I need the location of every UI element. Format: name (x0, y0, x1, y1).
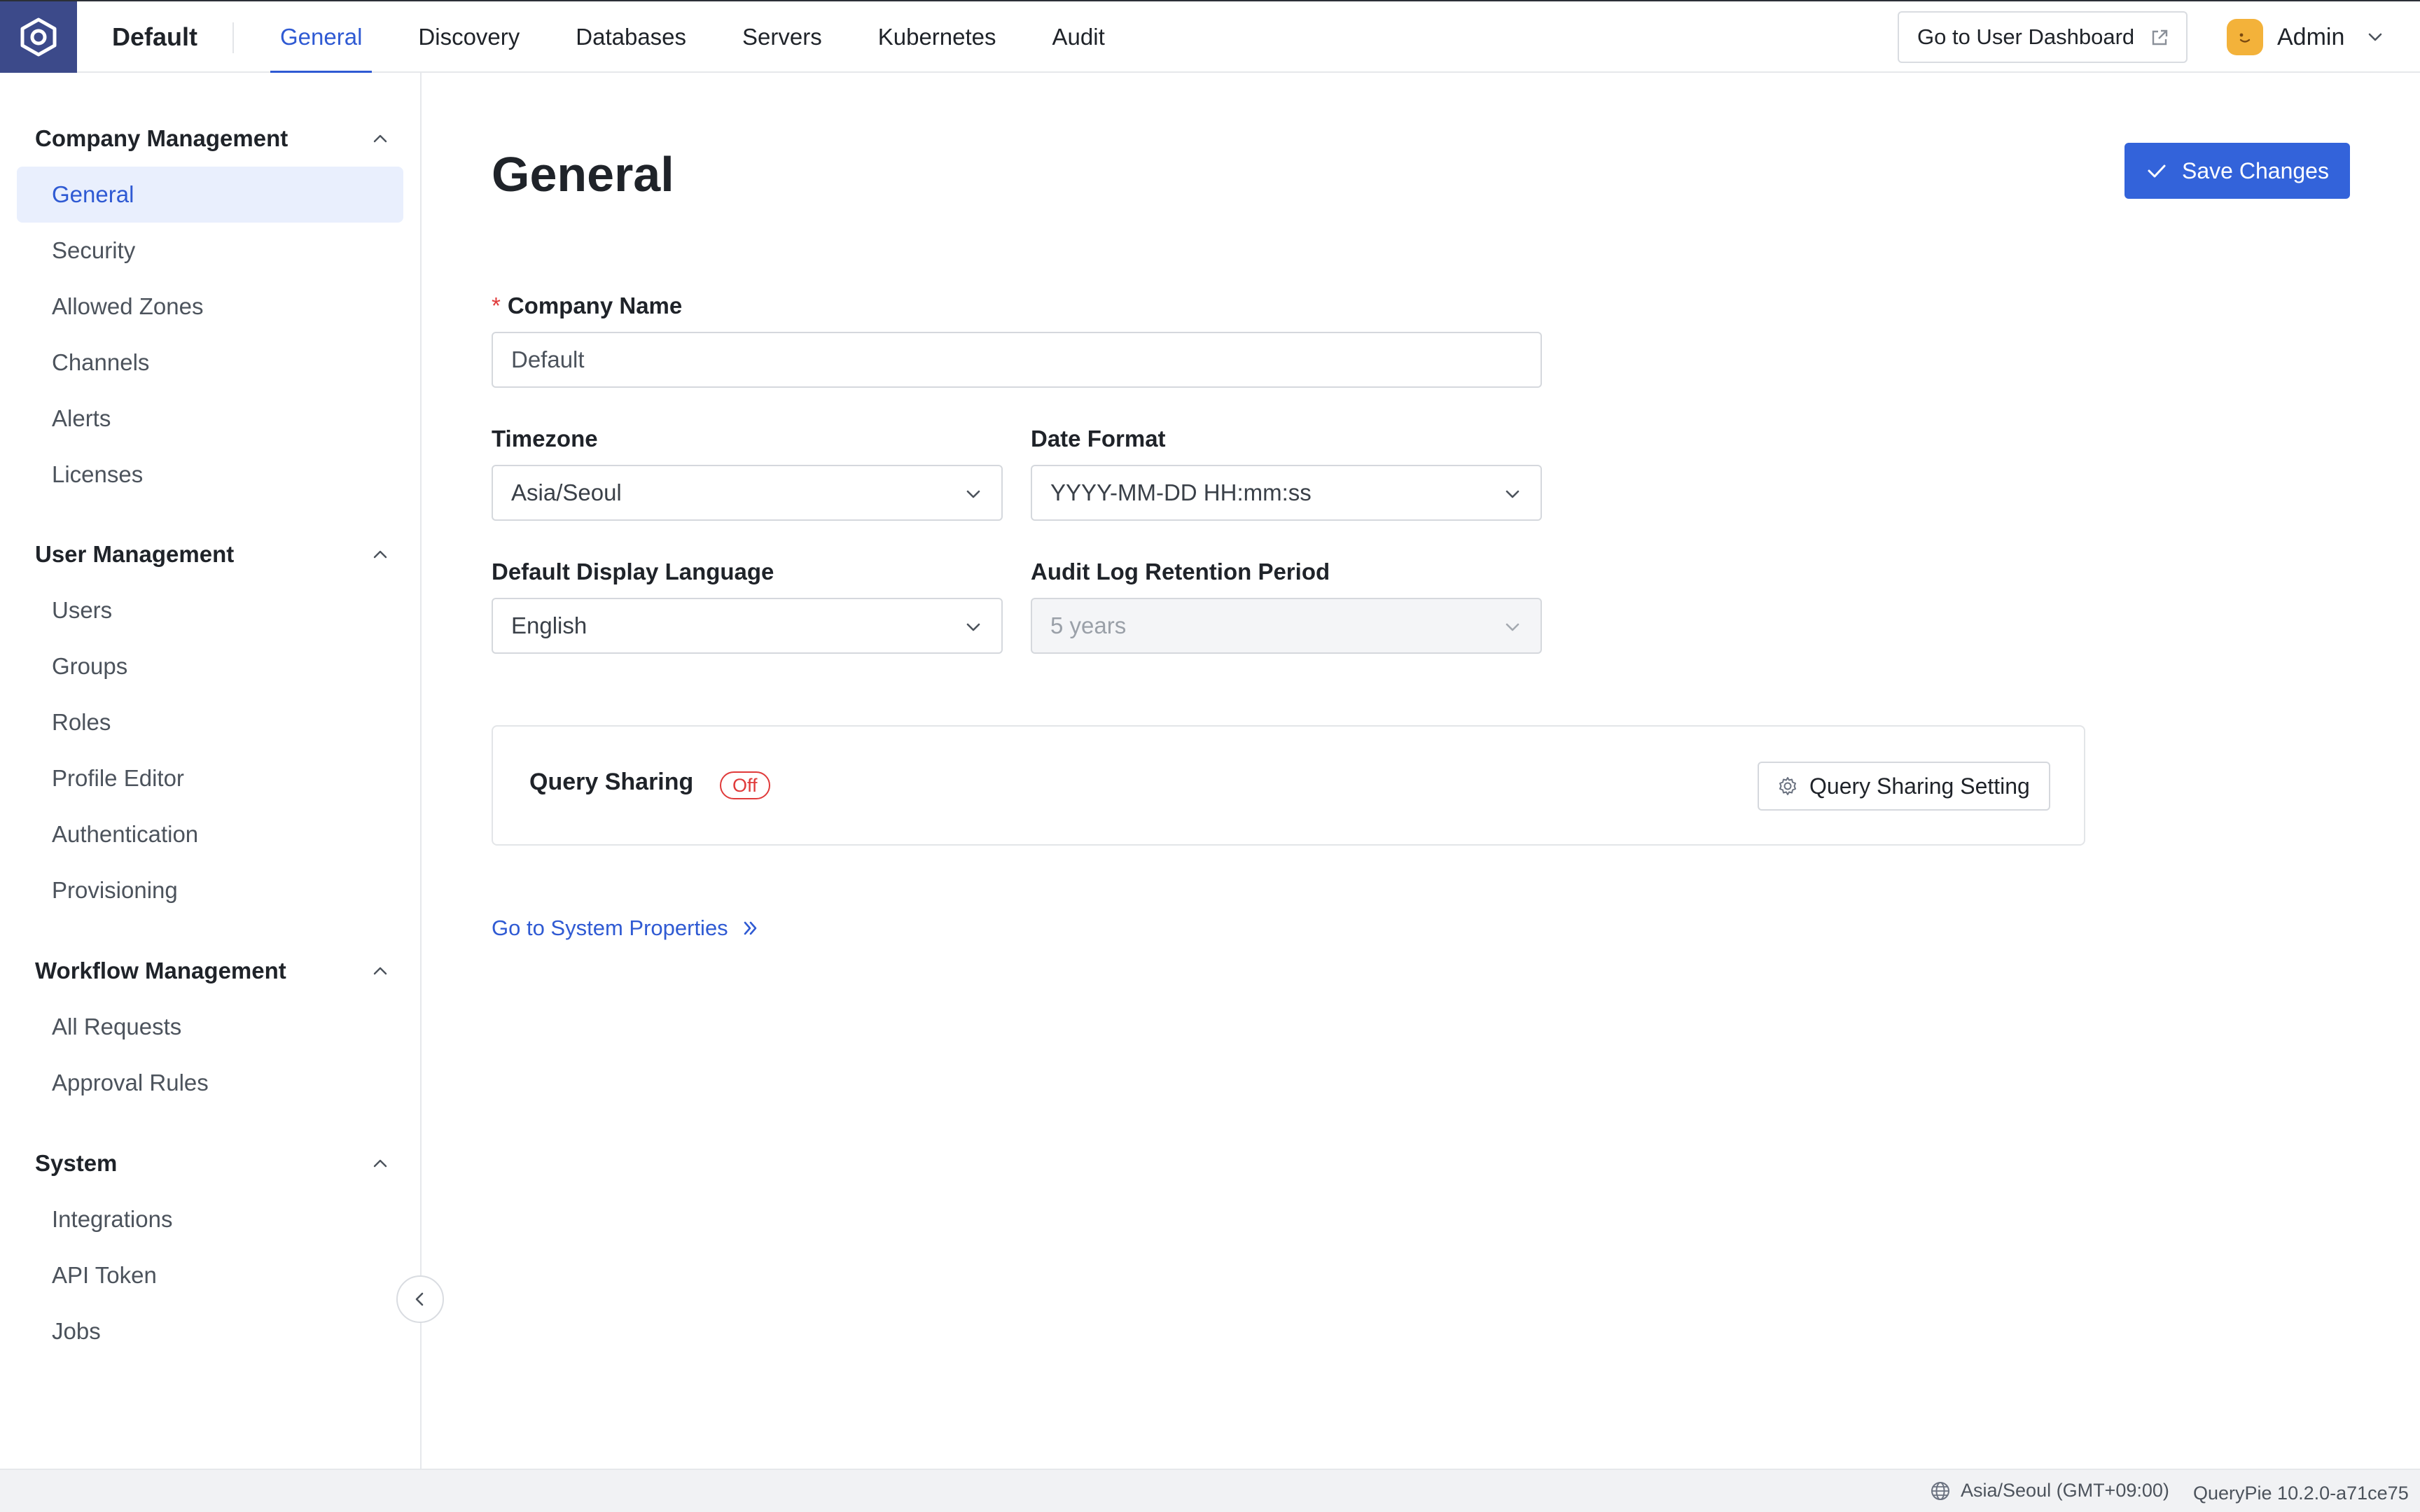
sidebar-item-authentication[interactable]: Authentication (17, 806, 403, 862)
chevron-up-icon (373, 134, 387, 143)
chevron-down-icon (966, 623, 980, 631)
gear-icon (1779, 777, 1796, 795)
querypie-logo-icon (20, 18, 57, 57)
sidebar-section-company-management: Company Management General Security Allo… (0, 111, 420, 503)
sidebar-item-approval-rules[interactable]: Approval Rules (17, 1055, 403, 1111)
footer-timezone: Asia/Seoul (GMT+09:00) (1930, 1480, 2169, 1502)
sidebar: Company Management General Security Allo… (0, 73, 422, 1469)
sidebar-collapse-button[interactable] (396, 1275, 444, 1323)
audit-retention-value: 5 years (1050, 612, 1127, 638)
sidebar-item-integrations[interactable]: Integrations (17, 1191, 403, 1247)
section-toggle-company-management[interactable]: Company Management (0, 111, 420, 167)
company-name-label-text: Company Name (507, 293, 683, 318)
sidebar-item-users[interactable]: Users (17, 582, 403, 638)
company-name-input[interactable]: Default (492, 332, 1542, 388)
sidebar-item-provisioning[interactable]: Provisioning (17, 862, 403, 918)
globe-icon (1931, 1481, 1949, 1500)
sidebar-item-channels[interactable]: Channels (17, 335, 403, 391)
top-navigation-bar: Default General Discovery Databases Serv… (0, 0, 2420, 74)
section-title: User Management (35, 541, 235, 567)
smiley-face-icon (2239, 33, 2251, 43)
tab-audit[interactable]: Audit (1024, 1, 1133, 73)
sidebar-item-groups[interactable]: Groups (17, 638, 403, 694)
sidebar-item-profile-editor[interactable]: Profile Editor (17, 750, 403, 806)
company-name-value: Default (511, 346, 585, 372)
audit-retention-label: Audit Log Retention Period (1031, 559, 1330, 584)
sidebar-item-general[interactable]: General (17, 167, 403, 223)
chevron-down-icon (2369, 33, 2382, 41)
chevron-up-icon (373, 550, 387, 559)
status-badge: Off (720, 771, 770, 799)
double-chevron-right-icon (744, 921, 756, 935)
go-to-system-properties-link[interactable]: Go to System Properties (492, 916, 760, 941)
topbar-divider (232, 22, 234, 53)
required-mark: * (492, 293, 501, 318)
tab-discovery[interactable]: Discovery (390, 1, 548, 73)
footer-timezone-text: Asia/Seoul (GMT+09:00) (1961, 1480, 2169, 1501)
company-name-label: * Company Name (492, 293, 682, 319)
tab-databases[interactable]: Databases (548, 1, 714, 73)
date-format-select[interactable]: YYYY-MM-DD HH:mm:ss (1031, 465, 1542, 521)
sidebar-item-all-requests[interactable]: All Requests (17, 999, 403, 1055)
chevron-down-icon (1505, 623, 1520, 631)
section-toggle-workflow-management[interactable]: Workflow Management (0, 943, 420, 999)
section-toggle-user-management[interactable]: User Management (0, 526, 420, 582)
audit-retention-select: 5 years (1031, 598, 1542, 654)
external-link-icon (2152, 29, 2168, 46)
tab-general[interactable]: General (252, 1, 390, 74)
date-format-label: Date Format (1031, 426, 1166, 451)
chevron-left-icon (415, 1292, 424, 1306)
display-language-select[interactable]: English (492, 598, 1003, 654)
user-menu[interactable]: Admin (2227, 1, 2385, 73)
sidebar-item-allowed-zones[interactable]: Allowed Zones (17, 279, 403, 335)
display-language-label: Default Display Language (492, 559, 774, 584)
timezone-value: Asia/Seoul (511, 479, 622, 505)
sidebar-item-alerts[interactable]: Alerts (17, 391, 403, 447)
query-sharing-setting-button[interactable]: Query Sharing Setting (1758, 762, 2050, 811)
dashboard-button-label: Go to User Dashboard (1917, 24, 2135, 49)
chevron-up-icon (373, 967, 387, 975)
system-properties-link-label: Go to System Properties (492, 916, 728, 940)
query-sharing-setting-label: Query Sharing Setting (1809, 773, 2030, 799)
chevron-down-icon (1505, 490, 1520, 498)
workspace-name: Default (112, 22, 198, 51)
sidebar-item-licenses[interactable]: Licenses (17, 447, 403, 503)
main-nav-tabs: General Discovery Databases Servers Kube… (252, 1, 1133, 74)
page-title: General (492, 147, 674, 202)
section-title: Company Management (35, 125, 288, 151)
query-sharing-label: Query Sharing (529, 769, 694, 795)
sidebar-item-security[interactable]: Security (17, 223, 403, 279)
sidebar-item-jobs[interactable]: Jobs (17, 1303, 403, 1359)
sidebar-item-roles[interactable]: Roles (17, 694, 403, 750)
timezone-select[interactable]: Asia/Seoul (492, 465, 1003, 521)
sidebar-section-workflow-management: Workflow Management All Requests Approva… (0, 943, 420, 1111)
chevron-down-icon (966, 490, 980, 498)
section-title: System (35, 1150, 118, 1176)
save-button-label: Save Changes (2182, 158, 2329, 183)
sidebar-item-api-token[interactable]: API Token (17, 1247, 403, 1303)
save-changes-button[interactable]: Save Changes (2125, 143, 2350, 199)
app-logo[interactable] (0, 1, 77, 73)
tab-servers[interactable]: Servers (714, 1, 850, 73)
go-to-user-dashboard-button[interactable]: Go to User Dashboard (1898, 11, 2188, 63)
status-footer: Asia/Seoul (GMT+09:00) QueryPie 10.2.0-a… (0, 1469, 2420, 1512)
section-toggle-system[interactable]: System (0, 1135, 420, 1191)
footer-version: QueryPie 10.2.0-a71ce75 (2193, 1483, 2409, 1504)
sidebar-section-system: System Integrations API Token Jobs (0, 1135, 420, 1359)
user-name: Admin (2277, 23, 2345, 50)
display-language-value: English (511, 612, 587, 638)
query-sharing-card: Query Sharing Off Query Sharing Setting (492, 725, 2085, 846)
avatar (2227, 19, 2263, 55)
tab-kubernetes[interactable]: Kubernetes (850, 1, 1024, 73)
date-format-value: YYYY-MM-DD HH:mm:ss (1050, 479, 1312, 505)
chevron-up-icon (373, 1159, 387, 1168)
check-icon (2148, 164, 2166, 178)
sidebar-section-user-management: User Management Users Groups Roles Profi… (0, 526, 420, 918)
timezone-label: Timezone (492, 426, 598, 451)
section-title: Workflow Management (35, 958, 286, 983)
